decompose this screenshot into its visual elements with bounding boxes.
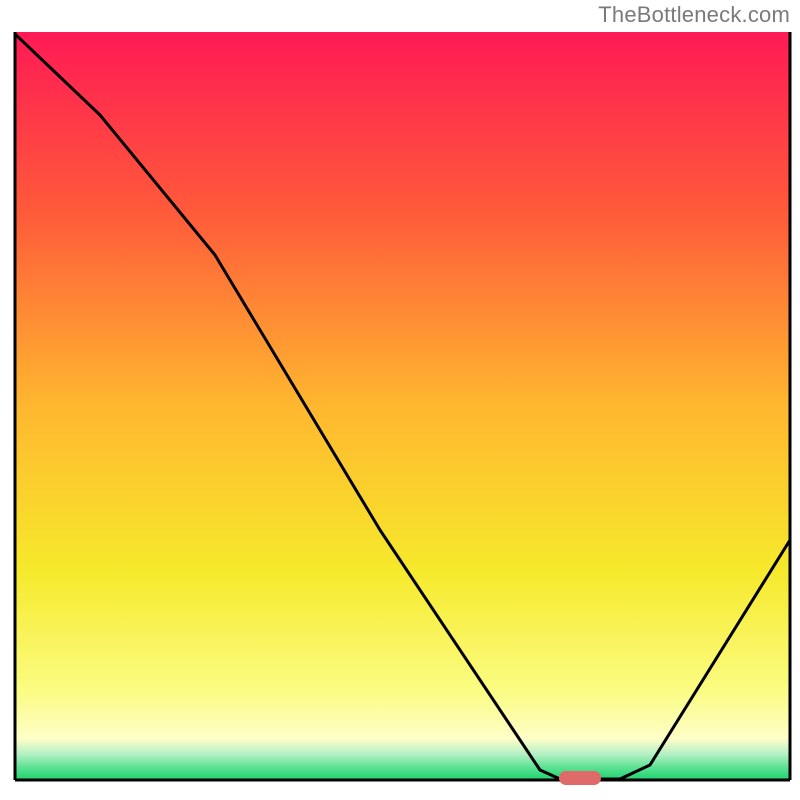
chart-svg [0, 0, 800, 800]
plot-background [15, 32, 790, 780]
watermark-text: TheBottleneck.com [598, 2, 790, 28]
optimal-point-marker [559, 771, 601, 785]
chart-container: TheBottleneck.com [0, 0, 800, 800]
